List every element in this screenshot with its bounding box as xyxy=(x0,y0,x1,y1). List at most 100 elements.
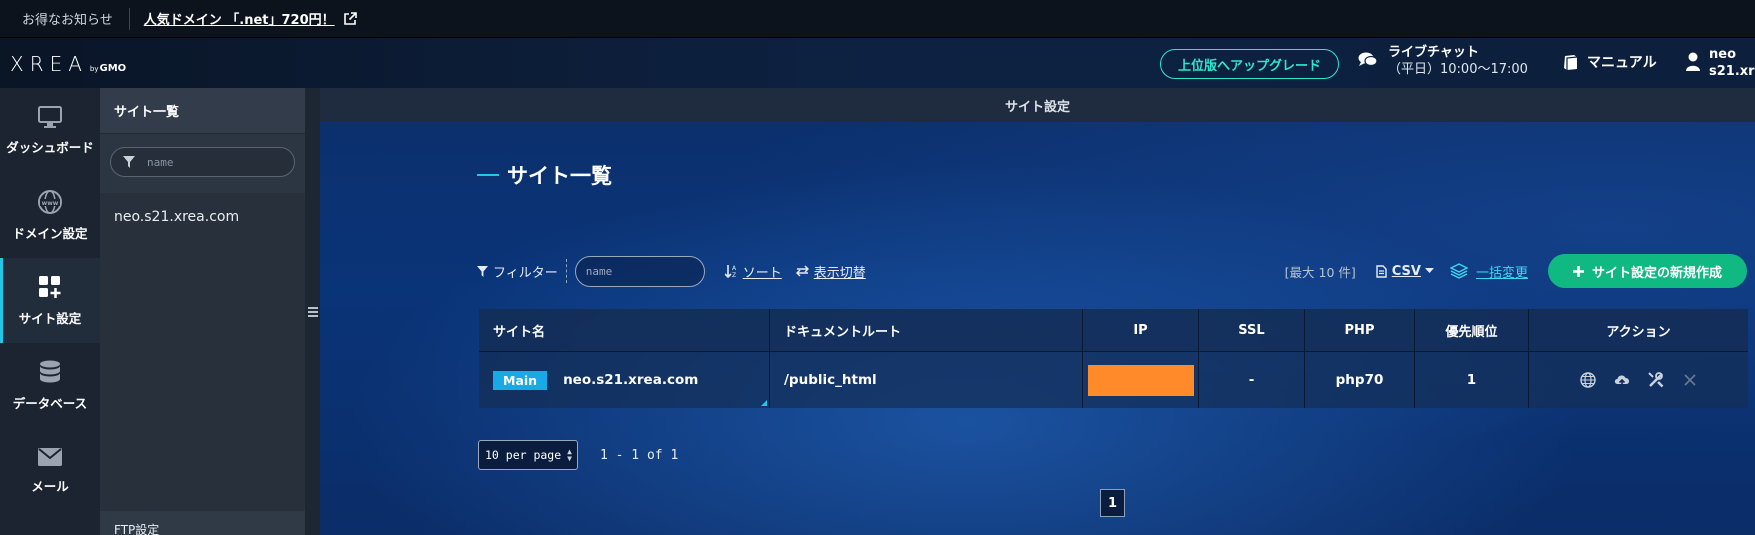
swap-arrows-icon xyxy=(795,265,809,277)
divider xyxy=(565,259,567,283)
database-icon xyxy=(40,360,60,383)
filter-label-text: フィルター xyxy=(493,265,558,281)
actions-cell xyxy=(1529,352,1748,408)
monitor-icon xyxy=(38,106,62,128)
nav-label: メール xyxy=(31,479,69,494)
layers-icon xyxy=(1449,263,1468,279)
livechat-link[interactable]: ライブチャット （平日）10:00〜17:00 xyxy=(1358,44,1528,78)
upgrade-button[interactable]: 上位版へアップグレード xyxy=(1160,49,1339,79)
panel-resize-handle[interactable] xyxy=(305,88,320,535)
nav-item-dashboard[interactable]: ダッシュボード xyxy=(0,88,100,173)
bulk-change-label: 一括変更 xyxy=(1475,265,1528,281)
logo-gmo: GMO xyxy=(99,63,127,74)
create-site-label: サイト設定の新規作成 xyxy=(1591,265,1722,281)
app-header: XREA by GMO 上位版へアップグレード ライブチャット （平日）10:0… xyxy=(0,38,1755,88)
plus-icon xyxy=(1572,265,1584,277)
display-toggle-label: 表示切替 xyxy=(813,265,866,281)
logo-by: by xyxy=(89,65,99,73)
grid-plus-icon xyxy=(39,276,61,298)
site-name-cell: Main neo.s21.xrea.com xyxy=(479,352,770,408)
priority-cell: 1 xyxy=(1415,352,1529,408)
nav-item-mail[interactable]: メール xyxy=(0,428,100,513)
nav-label: ドメイン設定 xyxy=(12,226,88,241)
sidebar-filter-area xyxy=(100,133,305,193)
title-accent xyxy=(477,174,499,176)
ip-redacted xyxy=(1087,364,1194,396)
per-page-select[interactable]: 10 per page ▲ ▼ xyxy=(478,440,578,470)
column-header: ドキュメントルート xyxy=(770,309,1083,351)
page-title: サイト一覧 xyxy=(477,160,612,190)
column-header: SSL xyxy=(1199,309,1305,351)
per-page-value: 10 per page xyxy=(485,448,562,462)
nav-item-domain[interactable]: www ドメイン設定 xyxy=(0,173,100,258)
pagination-range: 1 - 1 of 1 xyxy=(600,448,679,463)
filter-label: フィルター xyxy=(477,262,558,281)
user-name: neo xyxy=(1709,47,1737,62)
table-row[interactable]: Main neo.s21.xrea.com /public_html - php… xyxy=(479,351,1748,408)
site-list-item[interactable]: neo.s21.xrea.com xyxy=(100,193,305,225)
sort-label: ソート xyxy=(742,265,782,281)
table-header-row: サイト名 ドキュメントルート IP SSL PHP 優先順位 アクション xyxy=(479,309,1748,351)
tools-icon[interactable] xyxy=(1646,370,1666,390)
manual-label: マニュアル xyxy=(1587,55,1657,71)
user-server: s21.xr xyxy=(1709,64,1755,79)
nav-label: ダッシュボード xyxy=(6,140,94,155)
sidebar-section-ftp[interactable]: FTP設定 xyxy=(100,511,305,535)
globe-www-icon: www xyxy=(38,190,62,214)
hamburger-icon xyxy=(307,306,318,317)
filter-icon xyxy=(123,156,135,168)
nav-label: データベース xyxy=(12,396,88,411)
close-icon[interactable] xyxy=(1680,370,1700,390)
csv-label: CSV xyxy=(1391,263,1421,279)
csv-dropdown[interactable]: CSV xyxy=(1376,264,1434,279)
site-table: サイト名 ドキュメントルート IP SSL PHP 優先順位 アクション Mai… xyxy=(479,309,1748,408)
nav-item-database[interactable]: データベース xyxy=(0,343,100,428)
sort-icon: A Z xyxy=(724,265,737,278)
bulk-change-link[interactable]: 一括変更 xyxy=(1449,262,1528,281)
column-header: IP xyxy=(1083,309,1199,351)
sidebar-filter xyxy=(110,147,295,177)
cloud-upload-icon[interactable] xyxy=(1612,370,1632,390)
promo-link[interactable]: 人気ドメイン 「.net」720円！ xyxy=(144,9,335,28)
column-header: PHP xyxy=(1305,309,1415,351)
ip-cell xyxy=(1083,352,1199,408)
column-header: アクション xyxy=(1606,324,1671,340)
docroot-cell: /public_html xyxy=(770,352,1083,408)
announcement-bar: お得なお知らせ 人気ドメイン 「.net」720円！ xyxy=(0,0,1755,38)
user-menu[interactable]: neo s21.xr xyxy=(1685,46,1755,80)
max-count-label: [最大 10 件] xyxy=(1284,264,1356,280)
nav-item-site-settings[interactable]: サイト設定 xyxy=(0,258,100,343)
logo-text: XREA xyxy=(10,52,88,76)
site-list-title: サイト一覧 xyxy=(100,88,305,133)
main-nav: ダッシュボード www ドメイン設定 サイト設定 データベース メール xyxy=(0,88,100,535)
column-header: 優先順位 xyxy=(1415,309,1529,351)
sidebar-filter-input[interactable] xyxy=(145,154,275,170)
corner-marker xyxy=(761,400,767,406)
filter-icon xyxy=(477,265,488,277)
page-title-text: サイト一覧 xyxy=(507,164,612,188)
display-toggle-link[interactable]: 表示切替 xyxy=(795,262,866,281)
svg-text:www: www xyxy=(42,200,59,207)
svg-text:A: A xyxy=(732,265,737,272)
xrea-logo[interactable]: XREA by GMO xyxy=(10,52,126,76)
external-link-icon[interactable] xyxy=(343,11,357,26)
livechat-hours: （平日）10:00〜17:00 xyxy=(1388,62,1528,77)
livechat-title: ライブチャット xyxy=(1388,45,1479,60)
site-list-panel: サイト一覧 neo.s21.xrea.com FTP設定 xyxy=(100,88,305,535)
filter-input[interactable] xyxy=(574,255,705,287)
globe-icon[interactable] xyxy=(1578,370,1598,390)
page-button[interactable]: 1 xyxy=(1100,489,1125,517)
main-content: サイト設定 サイト一覧 フィルター A Z ソート xyxy=(320,88,1755,535)
main-badge: Main xyxy=(493,370,548,390)
select-arrows-icon: ▲ ▼ xyxy=(567,447,572,463)
manual-link[interactable]: マニュアル xyxy=(1562,52,1657,72)
divider xyxy=(128,7,130,30)
site-name[interactable]: neo.s21.xrea.com xyxy=(563,372,698,388)
envelope-icon xyxy=(38,448,62,466)
column-header: サイト名 xyxy=(479,309,770,351)
caret-down-icon xyxy=(1424,268,1434,273)
create-site-button[interactable]: サイト設定の新規作成 xyxy=(1548,254,1747,288)
sort-link[interactable]: A Z ソート xyxy=(724,262,782,281)
nav-label: サイト設定 xyxy=(18,311,82,326)
page-header: サイト設定 xyxy=(320,88,1755,122)
